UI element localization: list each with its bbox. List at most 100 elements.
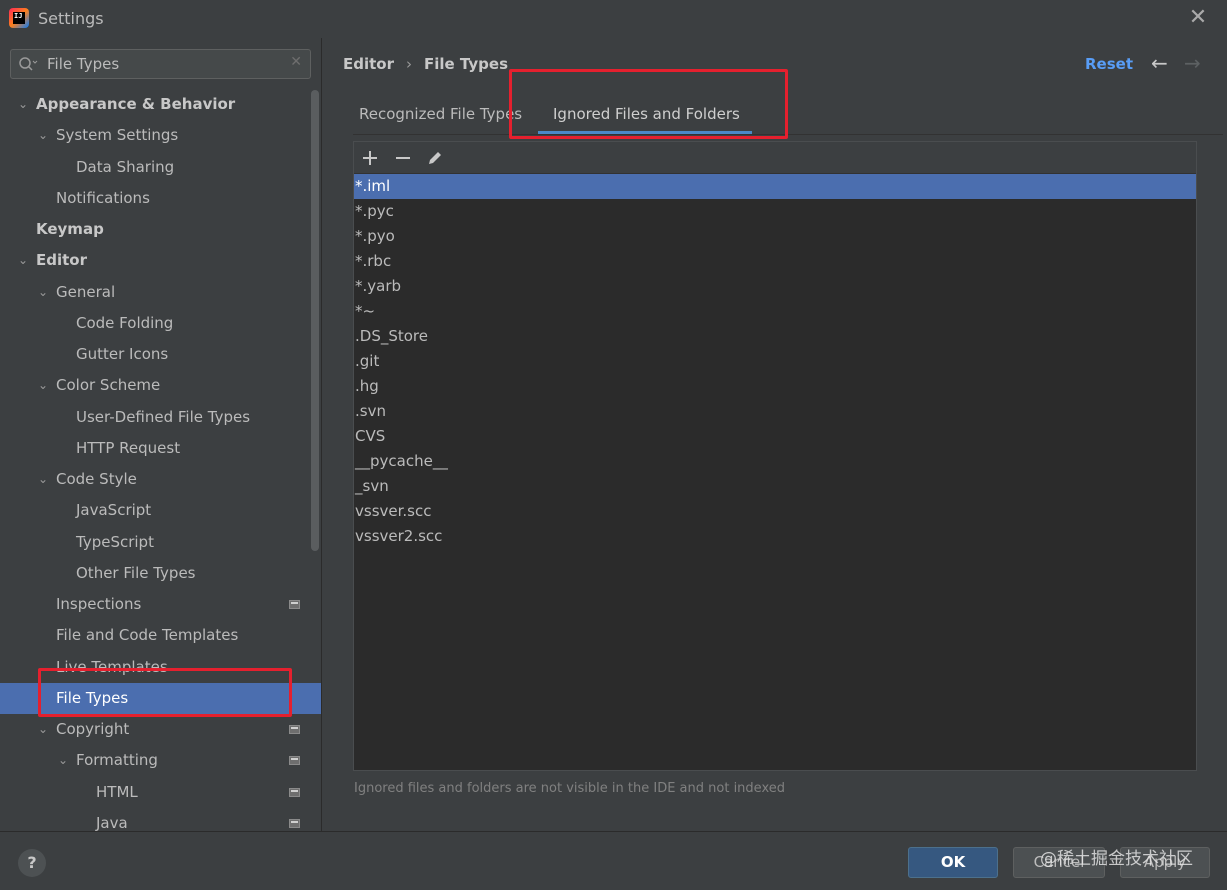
minus-icon[interactable] [391,146,415,170]
project-scope-icon [289,600,300,609]
sidebar-item-label: System Settings [56,126,179,145]
search-input[interactable] [47,54,277,74]
sidebar-item-color-scheme[interactable]: ⌄ Color Scheme [0,370,309,401]
ok-button[interactable]: OK [908,847,998,878]
list-item[interactable]: .git [354,349,1196,374]
clear-search-icon[interactable]: ✕ [290,54,302,70]
chevron-down-icon[interactable]: ⌄ [16,245,30,276]
sidebar-item-label: Data Sharing [76,157,175,176]
arrow-right-icon[interactable]: → [1184,51,1201,75]
list-item[interactable]: *.rbc [354,249,1196,274]
tab-strip: Recognized File Types Ignored Files and … [353,93,1223,135]
chevron-down-icon[interactable]: ⌄ [16,89,30,120]
list-item[interactable]: .svn [354,399,1196,424]
sidebar-item-live-templates[interactable]: Live Templates [0,652,309,683]
sidebar-item-label: Other File Types [76,563,196,582]
sidebar-item-label: Formatting [76,751,158,770]
sidebar-item-label: HTML [96,782,138,801]
sidebar-item-file-types[interactable]: File Types [0,682,321,714]
breadcrumb-current: File Types [424,55,508,73]
sidebar-item-keymap[interactable]: Keymap [0,214,309,245]
sidebar-item-label: Notifications [56,188,150,207]
breadcrumb: Editor › File Types [343,55,508,73]
list-item[interactable]: __pycache__ [354,449,1196,474]
pencil-icon[interactable] [423,146,447,170]
active-tab-indicator [538,131,752,134]
sidebar-item-general[interactable]: ⌄ General [0,277,309,308]
sidebar-item-gutter-icons[interactable]: Gutter Icons [0,339,309,370]
list-item[interactable]: .DS_Store [354,324,1196,349]
help-icon[interactable]: ? [18,849,46,877]
close-icon[interactable]: ✕ [1186,6,1210,30]
sidebar-item-label: Inspections [56,595,142,613]
sidebar-item-editor[interactable]: ⌄ Editor [0,245,309,276]
sidebar-item-label: Color Scheme [56,376,161,395]
sidebar-item-label: File and Code Templates [56,626,239,645]
sidebar-item-code-style[interactable]: ⌄ Code Style [0,464,309,495]
project-scope-icon [289,787,300,797]
sidebar-item-other-file-types[interactable]: Other File Types [0,558,309,589]
sidebar-item-system-settings[interactable]: ⌄ System Settings [0,120,309,151]
ignored-files-list: *.iml *.pyc *.pyo *.rbc *.yarb *~ .DS_Store .gi… [354,174,1196,549]
chevron-down-icon[interactable]: ⌄ [36,464,50,495]
sidebar-item-html[interactable]: HTML [0,777,309,808]
sidebar-item-code-folding[interactable]: Code Folding [0,308,309,339]
sidebar-item-label: Java [96,813,128,831]
breadcrumb-separator: › [406,55,412,73]
chevron-down-icon[interactable]: ⌄ [36,120,50,151]
sidebar-item-typescript[interactable]: TypeScript [0,527,309,558]
sidebar-item-java[interactable]: Java [0,808,309,831]
project-scope-icon [289,756,300,766]
search-box[interactable]: ✕ [10,49,311,79]
sidebar-scrollbar[interactable] [311,90,319,551]
sidebar-item-label: User-Defined File Types [76,407,251,426]
title-bar: IJ Settings ✕ [0,0,1227,38]
project-scope-icon [289,818,300,828]
list-item[interactable]: *.iml [354,174,1196,199]
sidebar-item-notifications[interactable]: Notifications [0,183,309,214]
list-item[interactable]: vssver.scc [354,499,1196,524]
sidebar-item-label: File Types [56,688,129,707]
sidebar-item-label: TypeScript [76,532,154,551]
sidebar-item-label: General [56,282,116,301]
arrow-left-icon[interactable]: ← [1151,51,1168,75]
sidebar-item-copyright[interactable]: ⌄ Copyright [0,714,309,745]
chevron-down-icon[interactable]: ⌄ [36,277,50,308]
dialog-footer: ? OK Cancel Apply @稀土掘金技术社区 [0,831,1227,890]
search-icon [19,57,38,71]
list-item[interactable]: .hg [354,374,1196,399]
sidebar-item-label: Gutter Icons [76,345,169,363]
list-item[interactable]: vssver2.scc [354,524,1196,549]
sidebar-item-inspections[interactable]: Inspections [0,589,309,620]
breadcrumb-parent: Editor [343,55,394,73]
sidebar-item-label: Keymap [36,220,104,238]
sidebar-item-label: HTTP Request [76,438,181,457]
tab-recognized-file-types[interactable]: Recognized File Types [359,105,522,123]
list-item[interactable]: *.pyo [354,224,1196,249]
list-toolbar [354,142,1196,174]
sidebar-item-appearance-behavior[interactable]: ⌄ Appearance & Behavior [0,89,309,120]
list-item[interactable]: *.pyc [354,199,1196,224]
list-item[interactable]: CVS [354,424,1196,449]
chevron-down-icon[interactable]: ⌄ [56,745,70,776]
list-item[interactable]: *.yarb [354,274,1196,299]
watermark: @稀土掘金技术社区 [1040,849,1193,869]
sidebar-item-file-and-code-templates[interactable]: File and Code Templates [0,620,309,651]
sidebar-item-label: Code Folding [76,313,174,332]
sidebar-item-javascript[interactable]: JavaScript [0,495,309,526]
sidebar-item-label: JavaScript [76,501,152,520]
sidebar-item-data-sharing[interactable]: Data Sharing [0,152,309,183]
plus-icon[interactable] [358,146,382,170]
list-item[interactable]: _svn [354,474,1196,499]
sidebar-item-formatting[interactable]: ⌄ Formatting [0,745,309,776]
window-title: Settings [38,9,104,28]
list-item[interactable]: *~ [354,299,1196,324]
chevron-down-icon[interactable]: ⌄ [36,370,50,401]
intellij-app-icon: IJ [9,8,29,28]
chevron-down-icon[interactable]: ⌄ [36,714,50,745]
sidebar-item-user-defined-file-types[interactable]: User-Defined File Types [0,402,309,433]
reset-link[interactable]: Reset [1085,55,1133,73]
tab-ignored-files-and-folders[interactable]: Ignored Files and Folders [553,105,740,123]
sidebar-item-label: Appearance & Behavior [36,95,236,113]
sidebar-item-http-request[interactable]: HTTP Request [0,433,309,464]
